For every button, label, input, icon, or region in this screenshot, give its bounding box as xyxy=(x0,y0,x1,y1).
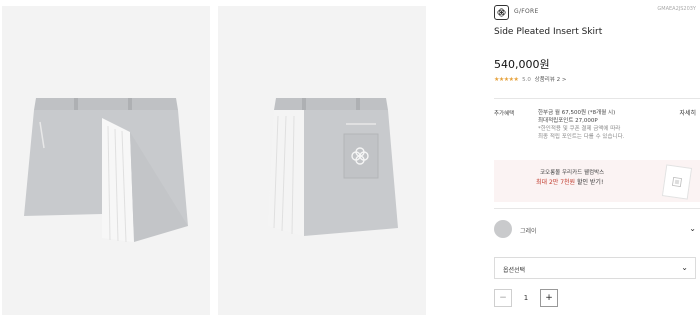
quantity-value: 1 xyxy=(523,294,529,302)
promo-highlight: 최대 2만 7천원 xyxy=(536,179,576,186)
max-points-text: 최대적립포인트 27,000P xyxy=(538,118,598,124)
skirt-back-image xyxy=(218,6,426,315)
product-photo-back[interactable] xyxy=(218,6,426,315)
promo-suffix: 할인 받기! xyxy=(575,179,604,186)
welcome-box-card-icon xyxy=(661,164,693,200)
gfore-flower-logo-icon[interactable] xyxy=(494,5,509,20)
star-rating-icon: ★★★★★ xyxy=(494,76,519,83)
benefit-note-2: 최종 적립 포인트는 다를 수 있습니다. xyxy=(538,134,625,140)
benefit-detail-link[interactable]: 자세히 xyxy=(679,108,696,117)
promo-line-2: 최대 2만 7천원 할인 받기! xyxy=(536,177,603,186)
installment-text: 한부금 월 67,500원 (*8개월 시) xyxy=(538,110,616,116)
divider xyxy=(494,98,700,99)
product-photo-front[interactable] xyxy=(2,6,210,315)
brand-row: G/FORE GMAEA2JS203Y xyxy=(494,5,700,21)
rating-score: 5.0 xyxy=(522,77,531,83)
product-gallery xyxy=(0,0,478,315)
color-selector[interactable]: 그레이 ⌄ xyxy=(494,212,700,248)
product-price: 540,000원 xyxy=(494,58,550,71)
brand-name[interactable]: G/FORE xyxy=(514,8,539,15)
product-info-panel: G/FORE GMAEA2JS203Y Side Pleated Insert … xyxy=(494,0,700,315)
review-link[interactable]: 상품리뷰 2 > xyxy=(535,77,567,83)
option-select[interactable]: 옵션선택 ⌄ xyxy=(494,257,696,279)
benefit-note-1: *한인적용 및 쿠폰 결제 금액에 따라 xyxy=(538,126,621,132)
quantity-increase-button[interactable]: + xyxy=(540,289,558,307)
option-select-label: 옵션선택 xyxy=(503,267,526,274)
quantity-stepper: − 1 + xyxy=(494,289,558,307)
card-promo-banner[interactable]: 코오롱몰 우리카드 웰컴박스 최대 2만 7천원 할인 받기! xyxy=(494,160,700,202)
benefit-label: 추가혜택 xyxy=(494,111,515,117)
product-code: GMAEA2JS203Y xyxy=(657,6,696,12)
divider xyxy=(494,208,700,209)
promo-line-1: 코오롱몰 우리카드 웰컴박스 xyxy=(540,170,605,176)
chevron-down-icon: ⌄ xyxy=(681,263,688,272)
chevron-down-icon[interactable]: ⌄ xyxy=(689,224,696,233)
benefit-lines: 한부금 월 67,500원 (*8개월 시) 최대적립포인트 27,000P *… xyxy=(538,109,624,141)
product-title: Side Pleated Insert Skirt xyxy=(494,27,603,37)
rating-row: ★★★★★ 5.0 상품리뷰 2 > xyxy=(494,75,567,83)
color-label: 그레이 xyxy=(520,228,537,235)
skirt-front-image xyxy=(2,6,210,315)
quantity-decrease-button[interactable]: − xyxy=(494,289,512,307)
color-swatch-gray[interactable] xyxy=(494,220,512,238)
benefit-section: 추가혜택 한부금 월 67,500원 (*8개월 시) 최대적립포인트 27,0… xyxy=(494,108,700,154)
